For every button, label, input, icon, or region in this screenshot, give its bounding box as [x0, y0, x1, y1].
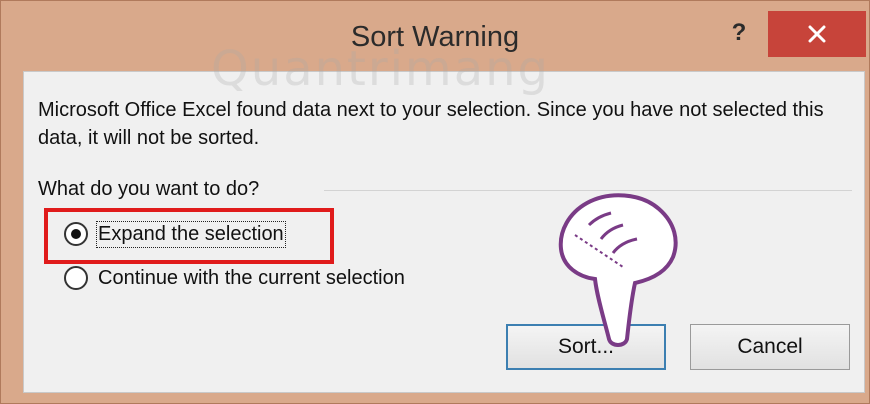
sort-warning-dialog: Sort Warning ? Microsoft Office Excel fo… — [0, 0, 870, 404]
radio-expand-selection[interactable] — [64, 222, 88, 246]
dialog-body: Microsoft Office Excel found data next t… — [23, 71, 865, 393]
close-button[interactable] — [768, 11, 866, 57]
option-label: Continue with the current selection — [98, 266, 405, 289]
warning-message: Microsoft Office Excel found data next t… — [38, 99, 824, 149]
option-expand-selection[interactable]: Expand the selection — [64, 216, 286, 252]
option-continue-current-selection[interactable]: Continue with the current selection — [64, 260, 405, 296]
watermark: Quantrimang — [211, 41, 550, 97]
cancel-button[interactable]: Cancel — [690, 324, 850, 370]
group-label: What do you want to do? — [38, 178, 268, 201]
help-button[interactable]: ? — [719, 15, 759, 55]
option-label: Expand the selection — [96, 220, 286, 248]
pointing-hand-icon — [558, 193, 678, 347]
close-icon — [808, 25, 826, 43]
radio-continue-current-selection[interactable] — [64, 266, 88, 290]
